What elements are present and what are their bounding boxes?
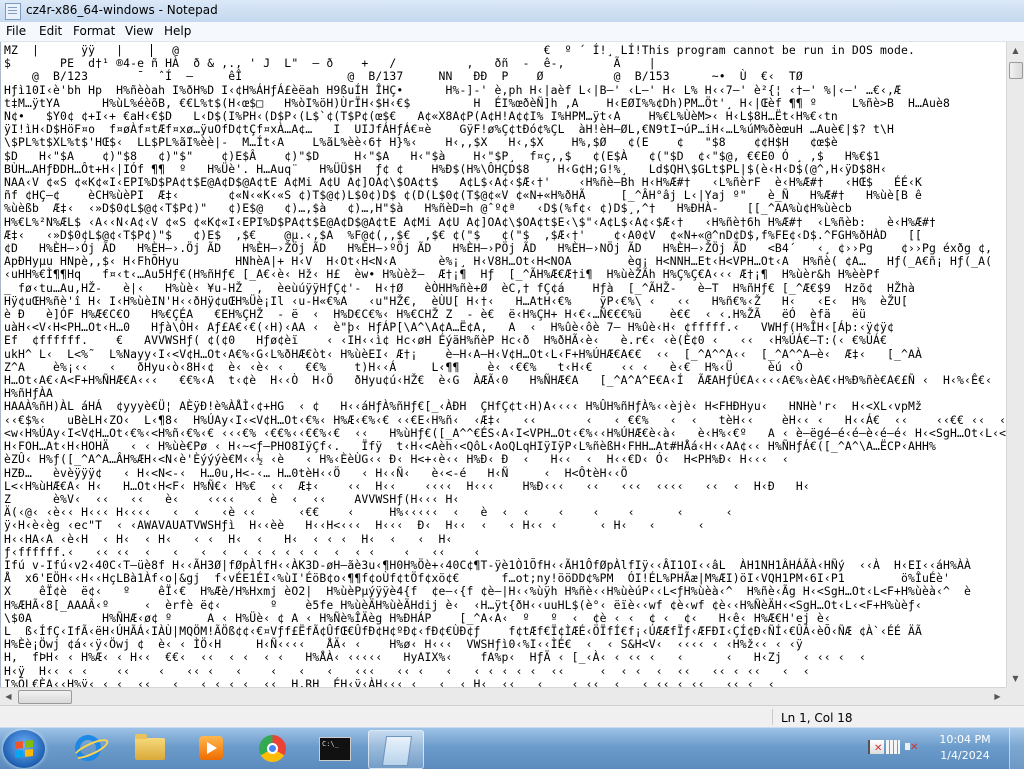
- taskbar-command-prompt[interactable]: [306, 730, 360, 767]
- taskbar-internet-explorer[interactable]: [60, 730, 114, 767]
- clock[interactable]: 10:04 PM 1/4/2024: [935, 732, 995, 764]
- scroll-right-icon[interactable]: ▶: [989, 688, 1006, 705]
- action-center-icon[interactable]: [868, 740, 884, 754]
- status-bar: Ln 1, Col 18: [0, 705, 1024, 728]
- start-button[interactable]: [3, 730, 45, 768]
- internet-explorer-icon: [75, 735, 101, 761]
- status-divider: [772, 709, 773, 725]
- vertical-scroll-thumb[interactable]: [1009, 62, 1023, 79]
- menu-format[interactable]: Format: [71, 24, 117, 38]
- taskbar-notepad[interactable]: [368, 730, 424, 769]
- menu-help[interactable]: Help: [162, 24, 193, 38]
- text-editor[interactable]: MZ | ÿÿ | @ € º ´ Í!¸ LÍ!This program ca…: [0, 42, 1007, 687]
- clock-time: 10:04 PM: [939, 733, 991, 746]
- notepad-app-icon[interactable]: [5, 3, 21, 20]
- cursor-position: Ln 1, Col 18: [781, 711, 853, 725]
- clock-date: 1/4/2024: [940, 749, 990, 762]
- show-desktop-button[interactable]: [1009, 728, 1024, 769]
- menu-file[interactable]: File: [4, 24, 28, 38]
- window-title: cz4r-x86_64-windows - Notepad: [26, 3, 218, 17]
- taskbar: 10:04 PM 1/4/2024: [0, 727, 1024, 769]
- menu-edit[interactable]: Edit: [37, 24, 64, 38]
- scroll-up-icon[interactable]: ▲: [1007, 42, 1024, 59]
- volume-muted-icon[interactable]: [904, 740, 918, 754]
- notepad-icon: [381, 736, 413, 766]
- chrome-icon: [259, 735, 286, 762]
- size-grip[interactable]: [1006, 687, 1024, 705]
- horizontal-scroll-thumb[interactable]: [18, 690, 72, 704]
- scroll-down-icon[interactable]: ▼: [1007, 670, 1024, 687]
- taskbar-media-player[interactable]: [183, 730, 237, 767]
- text-caret: [151, 44, 152, 57]
- taskbar-file-explorer[interactable]: [122, 730, 176, 767]
- editor-content[interactable]: MZ | ÿÿ | @ € º ´ Í!¸ LÍ!This program ca…: [1, 42, 1007, 687]
- title-bar[interactable]: cz4r-x86_64-windows - Notepad: [0, 0, 1024, 23]
- menu-view[interactable]: View: [123, 24, 155, 38]
- vertical-scrollbar[interactable]: ▲ ▼: [1006, 42, 1024, 687]
- taskbar-chrome[interactable]: [245, 730, 299, 767]
- horizontal-scrollbar[interactable]: ◀ ▶: [0, 687, 1006, 705]
- command-prompt-icon: [319, 737, 351, 761]
- media-player-icon: [199, 736, 223, 760]
- menu-bar: File Edit Format View Help: [0, 22, 1024, 42]
- network-icon[interactable]: [886, 740, 900, 754]
- windows-logo-icon: [15, 740, 33, 758]
- system-tray: [862, 734, 922, 762]
- folder-icon: [135, 734, 165, 760]
- scroll-left-icon[interactable]: ◀: [0, 688, 17, 705]
